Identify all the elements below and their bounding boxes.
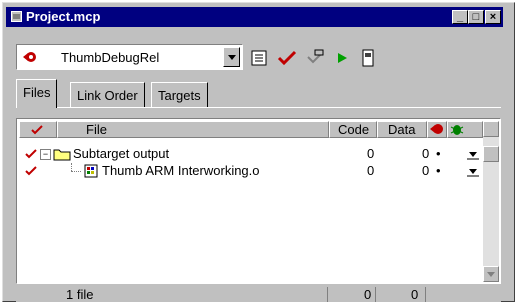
chevron-down-icon: [487, 272, 495, 277]
target-select[interactable]: ThumbDebugRel: [16, 44, 243, 70]
code-size: 0: [367, 146, 375, 161]
tab-files-label: Files: [23, 85, 51, 100]
title-bar[interactable]: Project.mcp _ □ ×: [6, 7, 503, 27]
scroll-up-button[interactable]: [483, 121, 499, 137]
status-files: 1 file: [16, 287, 328, 302]
tree-line: [71, 171, 81, 173]
chevron-down-icon[interactable]: [223, 47, 240, 67]
settings-icon[interactable]: [249, 47, 271, 69]
column-data[interactable]: Data: [377, 121, 427, 138]
make-icon[interactable]: [305, 47, 327, 69]
column-file[interactable]: File: [57, 121, 329, 138]
tab-link-order-label: Link Order: [77, 88, 138, 103]
debug-marker[interactable]: •: [436, 146, 441, 162]
tab-divider: [16, 107, 501, 108]
code-size: 0: [367, 163, 375, 178]
status-bar: 1 file 0 0: [16, 287, 501, 302]
check-icon[interactable]: [25, 165, 37, 177]
check-icon[interactable]: [25, 148, 37, 160]
status-data: 0: [376, 287, 426, 302]
tab-files[interactable]: Files: [16, 79, 58, 108]
column-bug[interactable]: [447, 121, 483, 138]
bug-icon: [450, 125, 464, 135]
vertical-scrollbar[interactable]: [483, 121, 499, 282]
list-item[interactable]: Thumb ARM Interworking.o 0 0 •: [19, 163, 481, 179]
file-count: 1 file: [66, 287, 94, 302]
minimize-button[interactable]: _: [452, 10, 468, 24]
file-name: Subtarget output: [73, 146, 170, 161]
window-icon[interactable]: [11, 11, 22, 22]
column-debug[interactable]: [427, 121, 447, 138]
file-name: Thumb ARM Interworking.o: [102, 163, 260, 178]
check-icon: [31, 125, 43, 135]
tab-targets[interactable]: Targets: [151, 82, 208, 107]
debug-marker[interactable]: •: [436, 163, 441, 179]
data-total: 0: [411, 287, 419, 302]
column-code[interactable]: Code: [329, 121, 377, 138]
dropdown-arrow-icon[interactable]: [467, 150, 479, 160]
run-icon[interactable]: [331, 47, 353, 69]
folder-icon: [53, 149, 71, 161]
column-file-label: File: [86, 122, 107, 137]
tree-line: [71, 163, 73, 171]
column-data-label: Data: [388, 122, 416, 137]
tab-link-order[interactable]: Link Order: [70, 82, 145, 107]
collapse-icon[interactable]: −: [40, 149, 51, 160]
list-item[interactable]: − Subtarget output 0 0 •: [19, 146, 481, 162]
tab-targets-label: Targets: [158, 88, 201, 103]
column-check[interactable]: [19, 121, 57, 138]
document-icon[interactable]: [357, 47, 379, 69]
close-button[interactable]: ×: [485, 10, 501, 24]
code-total: 0: [364, 287, 372, 302]
target-select-value: ThumbDebugRel: [61, 50, 160, 65]
column-code-label: Code: [338, 122, 370, 137]
check-icon[interactable]: [276, 47, 298, 69]
file-list[interactable]: File Code Data − Subtarget output 0 0 •: [16, 118, 501, 284]
window-title: Project.mcp: [26, 9, 101, 24]
data-size: 0: [422, 163, 430, 178]
debug-icon: [430, 124, 443, 134]
dropdown-arrow-icon[interactable]: [467, 167, 479, 177]
object-file-icon: [84, 164, 98, 178]
data-size: 0: [422, 146, 430, 161]
target-icon: [23, 52, 36, 62]
scroll-thumb[interactable]: [483, 146, 499, 162]
status-code: 0: [328, 287, 376, 302]
scroll-down-button[interactable]: [483, 266, 499, 282]
maximize-button[interactable]: □: [468, 10, 484, 24]
